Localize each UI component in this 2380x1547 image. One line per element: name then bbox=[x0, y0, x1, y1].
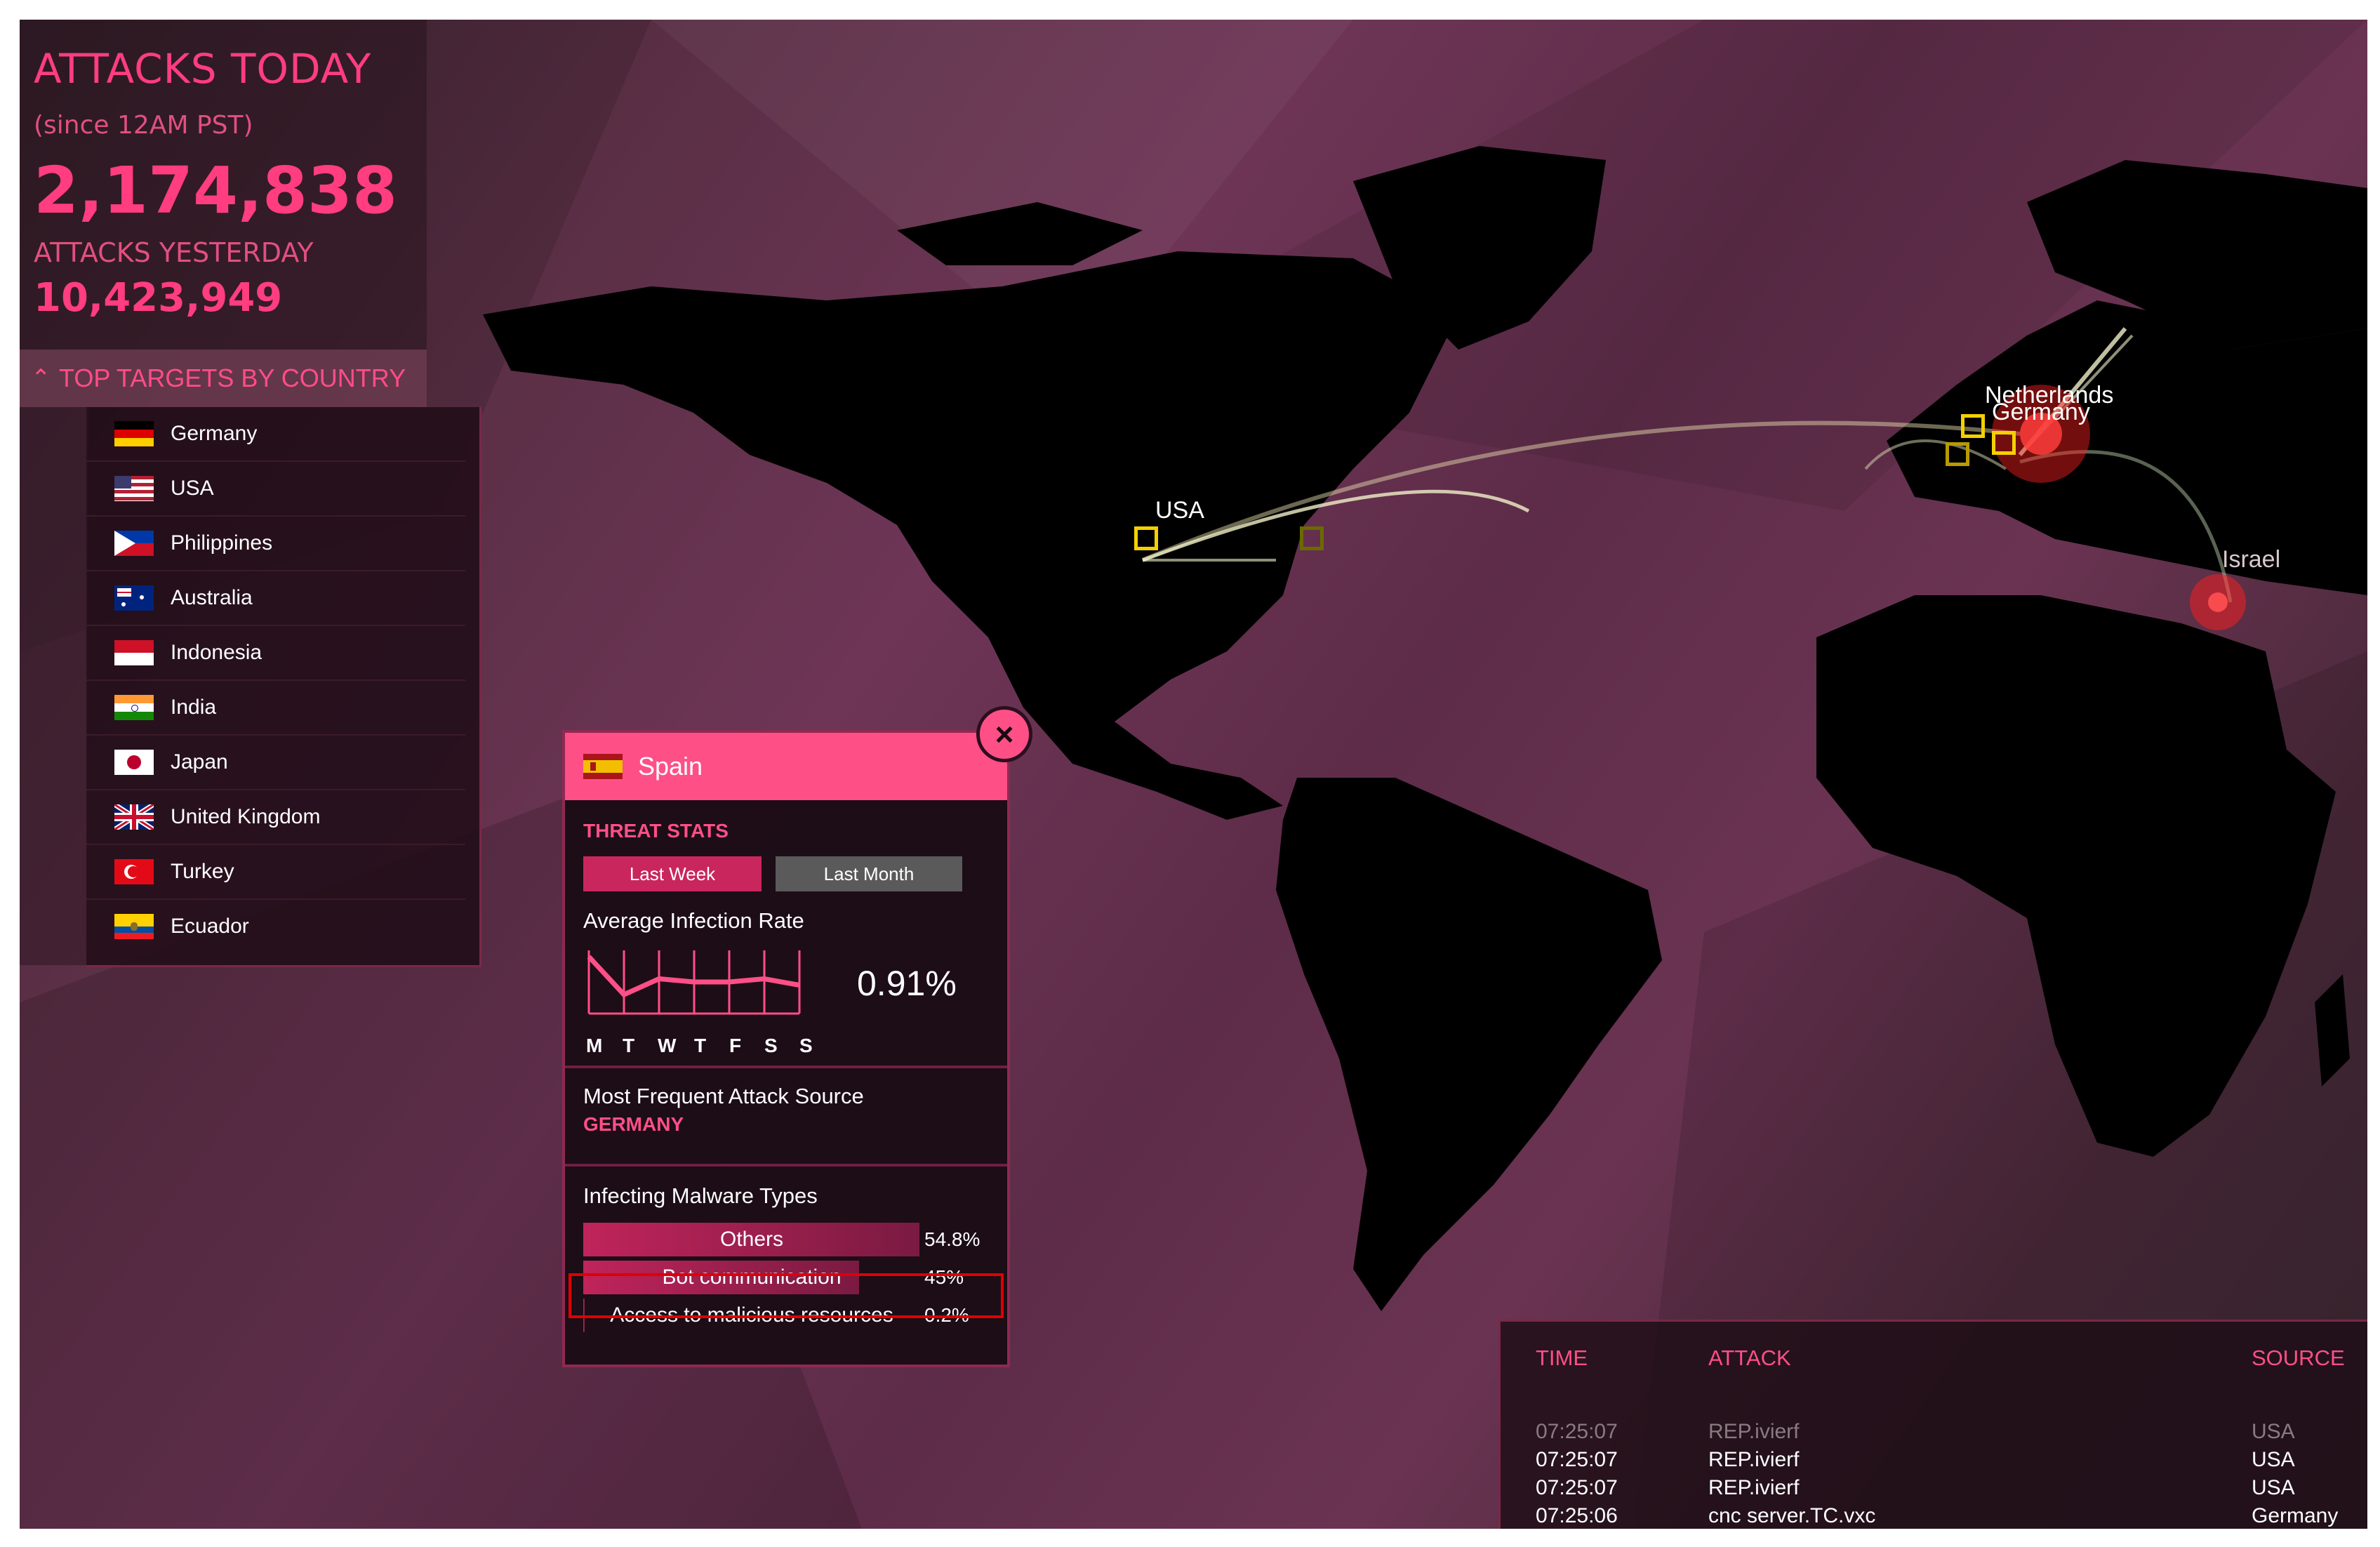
country-row-usa[interactable]: USA bbox=[86, 462, 465, 517]
tab-last-month[interactable]: Last Month bbox=[776, 856, 962, 891]
log-row[interactable]: 07:25:07 REP.ivierf USA bbox=[1501, 1476, 2367, 1504]
day-label: W bbox=[658, 1035, 677, 1056]
country-name: Ecuador bbox=[171, 915, 249, 938]
close-icon[interactable]: × bbox=[976, 706, 1032, 762]
malware-pct: 54.8% bbox=[924, 1228, 980, 1250]
philippines-flag-icon bbox=[114, 531, 154, 556]
germany-flag-icon bbox=[114, 421, 154, 446]
infection-sparkline bbox=[587, 950, 801, 1015]
attack-log: TIME ATTACK SOURCE 07:25:07 REP.ivierf USA… bbox=[1498, 1320, 2367, 1529]
map-pin-belgium[interactable] bbox=[1946, 442, 1969, 466]
day-label: S bbox=[799, 1035, 813, 1056]
map-label-israel[interactable]: Israel bbox=[2222, 546, 2280, 573]
log-attack: REP.ivierf bbox=[1708, 1420, 1800, 1443]
log-time: 07:25:07 bbox=[1536, 1420, 1618, 1443]
stats-panel: ATTACKS TODAY (since 12AM PST) 2,174,838… bbox=[20, 20, 427, 350]
log-attack: REP.ivierf bbox=[1708, 1476, 1800, 1499]
country-name: Philippines bbox=[171, 531, 273, 555]
day-label: S bbox=[764, 1035, 778, 1056]
log-attack: cnc server.TC.vxc bbox=[1708, 1504, 1876, 1527]
malware-types-label: Infecting Malware Types bbox=[583, 1183, 818, 1208]
ecuador-flag-icon bbox=[114, 914, 154, 939]
australia-flag-icon bbox=[114, 585, 154, 611]
country-row-united-kingdom[interactable]: United Kingdom bbox=[86, 790, 465, 845]
attack-source-value: GERMANY bbox=[583, 1113, 684, 1135]
country-name: USA bbox=[171, 477, 214, 500]
popup-country-name: Spain bbox=[638, 752, 703, 781]
country-row-japan[interactable]: Japan bbox=[86, 736, 465, 790]
usa-flag-icon bbox=[114, 476, 154, 501]
country-row-india[interactable]: India bbox=[86, 681, 465, 736]
map-pin-netherlands[interactable] bbox=[1961, 414, 1985, 438]
attack-map-dashboard: USA Netherlands Germany Israel ATTACKS T… bbox=[20, 20, 2367, 1529]
india-flag-icon bbox=[114, 695, 154, 720]
day-label: F bbox=[729, 1035, 742, 1056]
log-row[interactable]: 07:25:07 REP.ivierf USA bbox=[1501, 1420, 2367, 1448]
log-header-source: SOURCE bbox=[2252, 1346, 2345, 1370]
popup-header: Spain bbox=[565, 733, 1007, 800]
country-row-australia[interactable]: Australia bbox=[86, 571, 465, 626]
avg-infection-value: 0.91% bbox=[857, 964, 957, 1003]
log-attack: REP.ivierf bbox=[1708, 1448, 1800, 1471]
targets-frame bbox=[20, 407, 88, 965]
map-pin-usa[interactable] bbox=[1134, 526, 1158, 550]
top-targets-title: TOP TARGETS BY COUNTRY bbox=[59, 364, 406, 392]
log-header-attack: ATTACK bbox=[1708, 1346, 1791, 1370]
log-source: USA bbox=[2252, 1476, 2295, 1499]
log-time: 07:25:07 bbox=[1536, 1476, 1618, 1499]
country-name: Australia bbox=[171, 586, 253, 609]
log-source: USA bbox=[2252, 1420, 2295, 1443]
country-detail-popup: Spain THREAT STATS Last Week Last Month … bbox=[562, 730, 1010, 1367]
attacks-today-title: ATTACKS TODAY bbox=[34, 45, 372, 93]
country-row-philippines[interactable]: Philippines bbox=[86, 517, 465, 571]
log-time: 07:25:06 bbox=[1536, 1504, 1618, 1527]
map-pin-usa-east[interactable] bbox=[1300, 526, 1324, 550]
tab-last-week[interactable]: Last Week bbox=[583, 856, 762, 891]
day-label: M bbox=[586, 1035, 603, 1056]
country-name: India bbox=[171, 696, 217, 719]
south-america bbox=[1276, 778, 1662, 1311]
highlight-box bbox=[569, 1273, 1004, 1318]
top-targets-list: Germany USA Philippines Australia Indone… bbox=[86, 407, 481, 967]
threat-stats-label: THREAT STATS bbox=[583, 820, 729, 842]
map-label-germany[interactable]: Germany bbox=[1992, 399, 2090, 426]
malware-name: Others bbox=[719, 1228, 784, 1251]
log-row[interactable]: 07:25:07 REP.ivierf USA bbox=[1501, 1448, 2367, 1476]
divider bbox=[565, 1065, 1007, 1068]
uk-flag-icon bbox=[114, 804, 154, 830]
day-label: T bbox=[694, 1035, 707, 1056]
country-name: Germany bbox=[171, 422, 258, 445]
turkey-flag-icon bbox=[114, 859, 154, 884]
divider bbox=[565, 1164, 1007, 1167]
attacks-yesterday-title: ATTACKS YESTERDAY bbox=[34, 237, 314, 268]
map-pin-germany[interactable] bbox=[1992, 431, 2016, 455]
spain-flag-icon bbox=[583, 754, 623, 779]
attacks-today-value: 2,174,838 bbox=[34, 153, 397, 228]
log-time: 07:25:07 bbox=[1536, 1448, 1618, 1471]
chevron-up-icon: ⌃ bbox=[31, 365, 51, 392]
attack-source-label: Most Frequent Attack Source bbox=[583, 1084, 864, 1108]
log-header-time: TIME bbox=[1536, 1346, 1588, 1370]
top-targets-toggle[interactable]: ⌃ TOP TARGETS BY COUNTRY bbox=[20, 350, 427, 407]
log-source: Germany bbox=[2252, 1504, 2339, 1527]
country-row-germany[interactable]: Germany bbox=[86, 407, 465, 462]
day-label: T bbox=[623, 1035, 635, 1056]
malware-row-others[interactable]: Others 54.8% bbox=[583, 1223, 988, 1256]
log-row[interactable]: 07:25:06 cnc server.TC.vxc Germany bbox=[1501, 1504, 2367, 1529]
avg-infection-label: Average Infection Rate bbox=[583, 908, 804, 933]
country-name: United Kingdom bbox=[171, 805, 321, 828]
attacks-yesterday-value: 10,423,949 bbox=[34, 275, 283, 321]
country-name: Turkey bbox=[171, 860, 234, 883]
country-row-ecuador[interactable]: Ecuador bbox=[86, 900, 465, 953]
country-name: Japan bbox=[171, 750, 228, 774]
japan-flag-icon bbox=[114, 750, 154, 775]
attacks-today-since: (since 12AM PST) bbox=[34, 111, 253, 140]
country-name: Indonesia bbox=[171, 641, 262, 664]
log-source: USA bbox=[2252, 1448, 2295, 1471]
indonesia-flag-icon bbox=[114, 640, 154, 665]
map-label-usa[interactable]: USA bbox=[1155, 497, 1204, 524]
country-row-indonesia[interactable]: Indonesia bbox=[86, 626, 465, 681]
country-row-turkey[interactable]: Turkey bbox=[86, 845, 465, 900]
